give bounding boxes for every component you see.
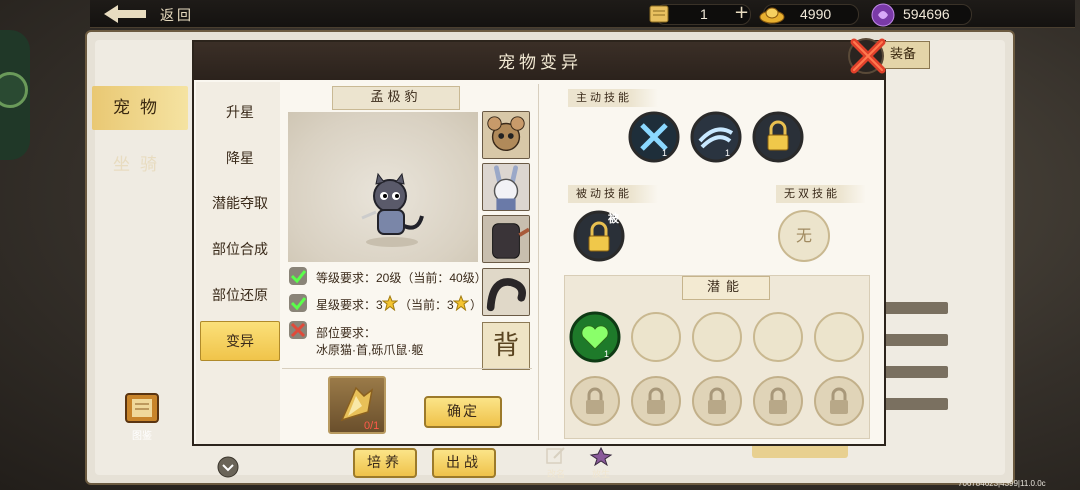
chevron-down-icon[interactable] [216, 455, 240, 479]
gem-amount: 594696 [903, 6, 950, 22]
divider [282, 368, 532, 369]
star-current: （当前：3 [399, 298, 454, 312]
skill-level: 1 [662, 148, 668, 158]
potential-slot-empty[interactable] [692, 312, 742, 362]
locked-skill-icon[interactable] [752, 111, 804, 163]
add-resource-button[interactable]: + [734, 2, 749, 23]
passive-skills-label: 被动技能 [568, 185, 658, 203]
lock-icon[interactable] [691, 375, 743, 427]
check-icon [289, 294, 307, 312]
material-count: 0/1 [364, 420, 380, 432]
wind-claw-skill-icon[interactable] [690, 111, 742, 163]
gold-amount: 4990 [800, 6, 832, 22]
codex-book-icon[interactable] [120, 390, 164, 426]
potential-level: 1 [604, 349, 610, 359]
back-label[interactable]: 返回 [160, 5, 194, 25]
menu-item-part-combine[interactable]: 部位合成 [200, 230, 280, 270]
gold-ingot-icon [759, 7, 785, 24]
spirit-gem-icon [871, 3, 895, 27]
heart-potential-icon[interactable] [569, 311, 621, 363]
codex-label[interactable]: 图鉴 [124, 427, 160, 442]
menu-item-mutate[interactable]: 变异 [200, 321, 280, 361]
star-icon [382, 295, 398, 311]
lock-icon[interactable] [569, 375, 621, 427]
menu-item-potential-steal[interactable]: 潜能夺取 [200, 184, 280, 224]
release-label[interactable]: 放生 [583, 467, 619, 480]
confirm-button[interactable]: 确定 [424, 396, 502, 428]
star-current-end: ） [470, 298, 483, 312]
menu-item-upgrade-star[interactable]: 升星 [200, 93, 280, 133]
panel-divider [538, 84, 539, 440]
tab-pet[interactable]: 宠物 [92, 86, 188, 130]
battle-button[interactable]: 出战 [432, 448, 496, 478]
background-list-bar [880, 302, 948, 314]
rename-icon[interactable] [544, 446, 568, 466]
cross-slash-skill-icon[interactable] [628, 111, 680, 163]
pet-name: 孟极豹 [332, 86, 460, 110]
back-arrow-icon[interactable] [100, 2, 150, 26]
back-part-slot[interactable]: 背 [482, 322, 530, 370]
train-button[interactable]: 培养 [353, 448, 417, 478]
skill-level: 1 [725, 148, 731, 158]
scroll-icon [649, 5, 669, 23]
active-skills-label: 主动技能 [568, 89, 658, 107]
potential-slot-empty[interactable] [814, 312, 864, 362]
level-requirement: 等级要求：20级（当前：40级） [316, 271, 487, 285]
background-list-bar [880, 334, 948, 346]
potential-slot-empty[interactable] [753, 312, 803, 362]
lock-icon[interactable] [752, 375, 804, 427]
pet-leopard-icon [361, 172, 424, 247]
lock-icon[interactable] [630, 375, 682, 427]
star-icon [453, 295, 469, 311]
version-text: 706784623|4399|11.0.0c [958, 479, 1046, 488]
release-icon[interactable] [588, 446, 614, 466]
part-requirement: 部位要求： [316, 326, 377, 340]
potential-slot-empty[interactable] [631, 312, 681, 362]
dialog-title: 宠物变异 [498, 53, 582, 73]
star-requirement: 星级要求：3 [316, 298, 383, 312]
passive-badge: 被 [608, 212, 619, 225]
lock-icon[interactable] [813, 375, 865, 427]
rename-label[interactable]: 改名 [538, 467, 574, 480]
potential-title: 潜能 [682, 276, 770, 300]
tab-mount[interactable]: 坐骑 [92, 143, 188, 187]
cross-icon [289, 321, 307, 339]
scroll-count: 1 [700, 6, 708, 22]
menu-item-part-restore[interactable]: 部位还原 [200, 276, 280, 316]
portrait-dark-body[interactable] [482, 215, 530, 263]
unique-skills-label: 无双技能 [776, 185, 866, 203]
part-requirement-detail: 冰原猫·首,砾爪鼠·躯 [316, 343, 424, 357]
unique-skill-empty: 无 [778, 210, 830, 262]
check-icon [289, 267, 307, 285]
menu-item-downgrade-star[interactable]: 降星 [200, 139, 280, 179]
portrait-mouse-head[interactable] [482, 111, 530, 159]
background-list-bar [880, 398, 948, 410]
portrait-tail[interactable] [482, 268, 530, 316]
close-icon[interactable] [846, 36, 890, 76]
portrait-white-rabbit[interactable] [482, 163, 530, 211]
background-list-bar [880, 366, 948, 378]
